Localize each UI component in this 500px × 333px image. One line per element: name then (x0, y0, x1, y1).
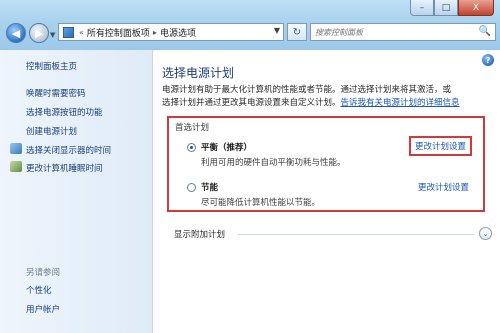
balanced-plan-description: 利用可用的硬件自动平衡功耗与性能。 (201, 158, 346, 168)
page-description: 电源计划有助于最大化计算机的性能或者节能。通过选择计划来将其激活，或 选择计划并… (162, 84, 492, 110)
page-title: 选择电源计划 (162, 66, 235, 80)
sidebar-item-create-plan[interactable]: 创建电源计划 (26, 125, 77, 137)
sidebar-item-display-off-time[interactable]: 选择关闭显示器的时间 (26, 144, 111, 156)
back-arrow-icon: ◀ (11, 26, 21, 40)
breadcrumb-overflow-icon[interactable]: « (79, 28, 84, 37)
sidebar-item-control-panel-home[interactable]: 控制面板主页 (26, 60, 77, 72)
display-icon (10, 143, 22, 154)
balanced-change-settings-link[interactable]: 更改计划设置 (409, 136, 473, 156)
search-icon[interactable]: 🔍 (479, 26, 491, 37)
maximize-button[interactable]: □ (434, 0, 458, 16)
refresh-button[interactable]: ↻ (287, 23, 307, 41)
sidebar-item-power-buttons[interactable]: 选择电源按钮的功能 (26, 106, 103, 118)
main-content: ? 选择电源计划 电源计划有助于最大化计算机的性能或者节能。通过选择计划来将其激… (154, 50, 500, 333)
address-bar[interactable]: « 所有控制面板项 ▸ 电源选项 ▼ (58, 23, 284, 41)
balanced-plan-radio[interactable] (187, 143, 196, 152)
back-button[interactable]: ◀ (6, 23, 26, 43)
power-saver-change-settings-link[interactable]: 更改计划设置 (418, 181, 469, 193)
recent-pages-dropdown-icon[interactable]: ▼ (50, 31, 55, 39)
refresh-icon: ↻ (292, 26, 302, 38)
description-line: 电源计划有助于最大化计算机的性能或者节能。通过选择计划来将其激活，或 (162, 85, 452, 95)
power-plan-info-link[interactable]: 告诉我有关电源计划的详细信息 (341, 98, 460, 108)
forward-button[interactable]: ▶ (29, 23, 49, 43)
breadcrumb-separator-icon[interactable]: ▸ (153, 28, 157, 37)
address-dropdown-icon[interactable]: ▼ (274, 26, 280, 35)
expand-chevron-icon[interactable]: ⌄ (479, 227, 492, 240)
see-also-heading: 另请参阅 (26, 268, 61, 278)
balanced-plan-name[interactable]: 平衡（推荐） (201, 141, 252, 153)
preferred-plans-group: 首选计划 平衡（推荐） 利用可用的硬件自动平衡功耗与性能。 更改计划设置 节能 … (167, 116, 485, 212)
search-input[interactable] (315, 25, 475, 39)
additional-plans-label[interactable]: 显示附加计划 (174, 228, 225, 240)
description-text: 选择计划并通过更改其电源设置来自定义计划。 (162, 98, 341, 108)
window-controls: – □ X (410, 0, 494, 16)
sleep-icon (10, 161, 22, 172)
power-saver-plan-description: 尽可能降低计算机性能以节能。 (201, 198, 321, 208)
forward-arrow-icon: ▶ (34, 26, 44, 40)
breadcrumb-all-items[interactable]: 所有控制面板项 (87, 26, 150, 39)
sidebar-item-personalization[interactable]: 个性化 (26, 284, 52, 296)
power-saver-plan-name[interactable]: 节能 (201, 181, 218, 193)
window-titlebar: – □ X ◀ ▶ ▼ « 所有控制面板项 ▸ 电源选项 ▼ ↻ 🔍 (0, 0, 500, 50)
control-panel-icon (63, 26, 74, 38)
search-box[interactable]: 🔍 (310, 23, 496, 41)
description-line: 选择计划并通过更改其电源设置来自定义计划。告诉我有关电源计划的详细信息 (162, 97, 492, 110)
close-button[interactable]: X (458, 0, 494, 16)
help-icon[interactable]: ? (482, 54, 494, 66)
divider (238, 234, 474, 235)
additional-plans-row[interactable]: 显示附加计划 ⌄ (174, 227, 492, 240)
sidebar-item-sleep-time[interactable]: 更改计算机睡眠时间 (26, 162, 103, 174)
sidebar-item-user-accounts[interactable]: 用户帐户 (26, 303, 60, 315)
sidebar-item-require-password[interactable]: 唤醒时需要密码 (26, 87, 86, 99)
minimize-button[interactable]: – (410, 0, 434, 16)
breadcrumb-power-options[interactable]: 电源选项 (160, 26, 196, 39)
preferred-plans-heading: 首选计划 (175, 123, 210, 133)
power-saver-plan-radio[interactable] (187, 183, 196, 192)
sidebar: 控制面板主页 唤醒时需要密码 选择电源按钮的功能 创建电源计划 选择关闭显示器的… (0, 50, 153, 333)
